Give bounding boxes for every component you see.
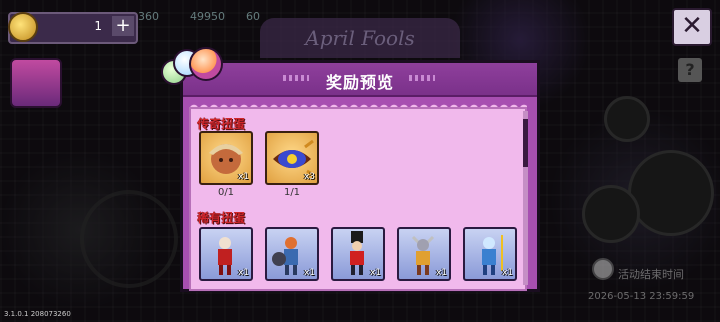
gacha-balls-icon [159,47,239,91]
coin-count: 1 [94,19,102,33]
reward-preview-modal: 奖励预览 传奇扭蛋 x1 0/1 x3 1/1 稀有扭蛋 x1 x1 x1 x1… [161,47,540,292]
reward-item-eye-artifact[interactable]: x3 [265,131,319,185]
stat-value: 360 [138,10,159,23]
item-owned-count: 1/1 [283,187,301,198]
help-button[interactable]: ? [678,58,702,82]
reward-item-rare-hero-2[interactable]: x1 [265,227,319,281]
legendary-section-title: 传奇扭蛋 [197,117,246,131]
event-banner-title: April Fools [305,26,415,50]
add-coins-button[interactable]: + [112,16,134,36]
event-banner: April Fools [260,18,460,58]
title-decoration [409,75,435,81]
stat-value: 49950 [190,10,225,23]
item-quantity: x1 [303,268,315,278]
version-label: 3.1.0.1 208073260 [4,310,71,318]
item-quantity: x1 [435,268,447,278]
event-end-label: 活动结束时间 [618,268,684,281]
item-owned-count: 0/1 [217,187,235,198]
rare-section-title: 稀有扭蛋 [197,211,246,225]
item-quantity: x1 [237,172,249,182]
reward-item-rare-hero-3[interactable]: x1 [331,227,385,281]
coin-bar: 1 + [8,12,138,44]
reward-item-rare-hero-4[interactable]: x1 [397,227,451,281]
reward-item-rare-hero-5[interactable]: x1 [463,227,517,281]
reward-item-legendary-hero[interactable]: x1 [199,131,253,185]
coin-icon [8,12,38,42]
clock-icon [592,258,614,280]
stat-value: 60 [246,10,260,23]
event-end-time: 2026-05-13 23:59:59 [588,291,695,302]
reward-item-rare-hero-1[interactable]: x1 [199,227,253,281]
scrollbar-thumb[interactable] [523,119,528,167]
close-button[interactable]: ✕ [672,8,712,46]
gift-icon[interactable] [10,58,62,108]
item-quantity: x1 [501,268,513,278]
item-quantity: x1 [369,268,381,278]
reward-list[interactable]: 传奇扭蛋 x1 0/1 x3 1/1 稀有扭蛋 x1 x1 x1 x1 x1 [189,107,527,291]
item-quantity: x3 [303,172,315,182]
item-quantity: x1 [237,268,249,278]
reward-list-scrollbar[interactable] [523,111,528,285]
